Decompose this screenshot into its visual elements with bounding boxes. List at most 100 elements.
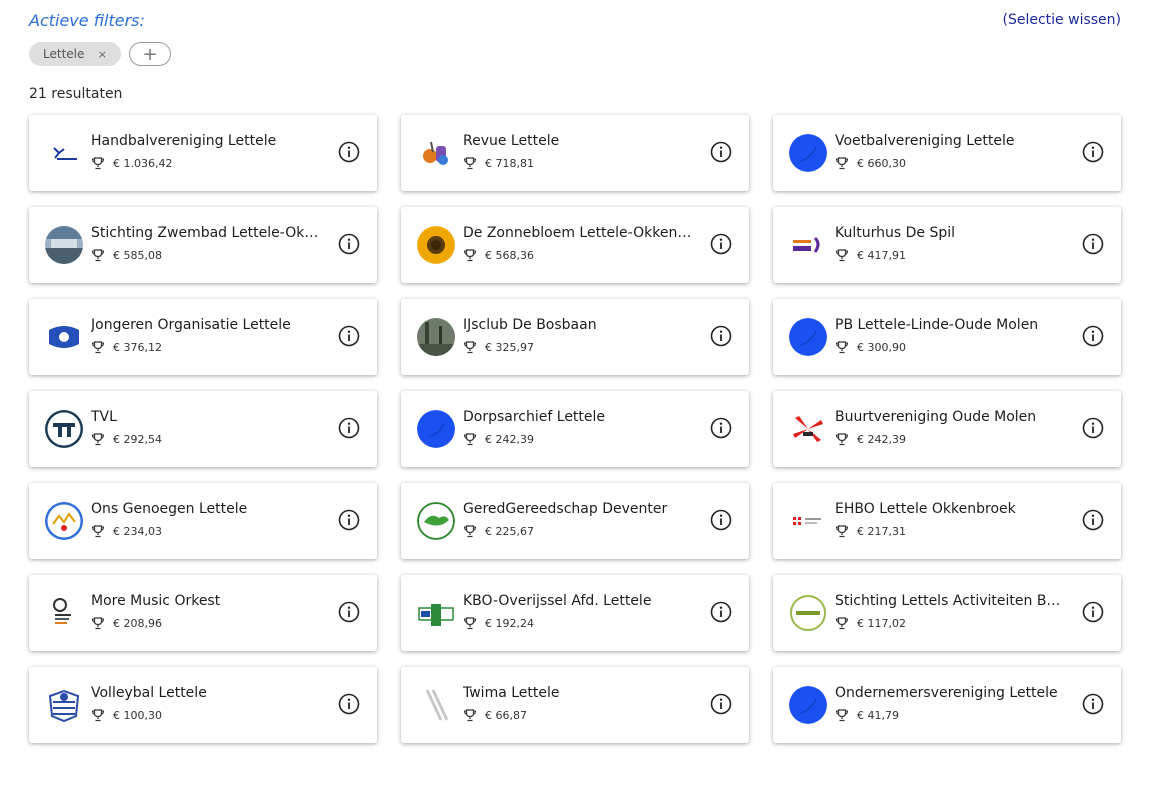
info-icon[interactable] (710, 601, 732, 623)
card-title: EHBO Lettele Okkenbroek (835, 501, 1016, 517)
card-amount-row: € 225,67 (463, 524, 534, 538)
card-amount: € 300,90 (857, 340, 906, 354)
card-title: GeredGereedschap Deventer (463, 501, 668, 517)
card-title: Ons Genoegen Lettele (91, 501, 248, 517)
card-amount: € 242,39 (857, 432, 906, 446)
result-card[interactable]: Stichting Zwembad Lettele-Okkenbroek € 58… (29, 207, 377, 283)
result-card[interactable]: IJsclub De Bosbaan € 325,97 (401, 299, 749, 375)
info-icon[interactable] (1082, 693, 1104, 715)
info-icon[interactable] (338, 509, 360, 531)
info-icon[interactable] (710, 417, 732, 439)
result-card[interactable]: PB Lettele-Linde-Oude Molen € 300,90 (773, 299, 1121, 375)
trophy-icon (835, 524, 849, 538)
info-icon[interactable] (710, 325, 732, 347)
card-title: Revue Lettele (463, 133, 560, 149)
card-title: Dorpsarchief Lettele (463, 409, 606, 425)
clear-selection-link[interactable]: (Selectie wissen) (1003, 12, 1121, 28)
card-title: IJsclub De Bosbaan (463, 317, 597, 333)
info-icon[interactable] (710, 509, 732, 531)
card-amount-row: € 100,30 (91, 708, 162, 722)
card-amount-row: € 208,96 (91, 616, 162, 630)
result-card[interactable]: Dorpsarchief Lettele € 242,39 (401, 391, 749, 467)
result-card[interactable]: Stichting Lettels Activiteiten Buren € 11… (773, 575, 1121, 651)
card-amount-row: € 192,24 (463, 616, 534, 630)
result-card[interactable]: De Zonnebloem Lettele-Okkenbroek € 568,36 (401, 207, 749, 283)
card-amount: € 1.036,42 (113, 156, 173, 170)
card-amount: € 41,79 (857, 708, 899, 722)
result-card[interactable]: GeredGereedschap Deventer € 225,67 (401, 483, 749, 559)
zwembad-photo-logo (45, 226, 83, 264)
card-amount-row: € 66,87 (463, 708, 527, 722)
blue-placeholder-logo (789, 318, 827, 356)
card-amount: € 292,54 (113, 432, 162, 446)
de-spil-logo (789, 226, 827, 264)
card-amount-row: € 234,03 (91, 524, 162, 538)
filter-chip-lettele[interactable]: Lettele × (29, 42, 121, 66)
card-title: Jongeren Organisatie Lettele (91, 317, 291, 333)
result-card[interactable]: Voetbalvereniging Lettele € 660,30 (773, 115, 1121, 191)
result-card[interactable]: Jongeren Organisatie Lettele € 376,12 (29, 299, 377, 375)
result-card[interactable]: TVL € 292,54 (29, 391, 377, 467)
info-icon[interactable] (710, 233, 732, 255)
trophy-icon (835, 248, 849, 262)
trophy-icon (91, 616, 105, 630)
info-icon[interactable] (1082, 325, 1104, 347)
volleybal-logo (45, 686, 83, 724)
forest-photo-logo (417, 318, 455, 356)
trophy-icon (835, 432, 849, 446)
card-amount-row: € 568,36 (463, 248, 534, 262)
sunflower-logo (417, 226, 455, 264)
info-icon[interactable] (338, 693, 360, 715)
info-icon[interactable] (1082, 601, 1104, 623)
card-amount: € 325,97 (485, 340, 534, 354)
card-amount-row: € 300,90 (835, 340, 906, 354)
card-amount-row: € 41,79 (835, 708, 899, 722)
bird-logo (417, 502, 455, 540)
card-title: Ondernemersvereniging Lettele (835, 685, 1058, 701)
card-amount: € 417,91 (857, 248, 906, 262)
card-title: KBO-Overijssel Afd. Lettele (463, 593, 652, 609)
result-card[interactable]: Kulturhus De Spil € 417,91 (773, 207, 1121, 283)
blue-placeholder-logo (417, 410, 455, 448)
info-icon[interactable] (1082, 417, 1104, 439)
info-icon[interactable] (338, 601, 360, 623)
add-filter-button[interactable]: + (129, 42, 171, 66)
result-card[interactable]: Revue Lettele € 718,81 (401, 115, 749, 191)
card-amount: € 718,81 (485, 156, 534, 170)
card-amount-row: € 376,12 (91, 340, 162, 354)
result-card[interactable]: Twima Lettele € 66,87 (401, 667, 749, 743)
result-card[interactable]: Ons Genoegen Lettele € 234,03 (29, 483, 377, 559)
active-filters-title: Actieve filters: (29, 11, 145, 30)
info-icon[interactable] (338, 141, 360, 163)
result-card[interactable]: Ondernemersvereniging Lettele € 41,79 (773, 667, 1121, 743)
trophy-icon (91, 708, 105, 722)
result-card[interactable]: Buurtvereniging Oude Molen € 242,39 (773, 391, 1121, 467)
trophy-icon (835, 616, 849, 630)
result-card[interactable]: More Music Orkest € 208,96 (29, 575, 377, 651)
card-amount: € 585,08 (113, 248, 162, 262)
card-amount: € 242,39 (485, 432, 534, 446)
info-icon[interactable] (1082, 509, 1104, 531)
card-amount-row: € 718,81 (463, 156, 534, 170)
kbo-logo (417, 594, 455, 632)
close-icon[interactable]: × (98, 48, 107, 61)
card-amount: € 100,30 (113, 708, 162, 722)
result-card[interactable]: Handbalvereniging Lettele € 1.036,42 (29, 115, 377, 191)
card-amount-row: € 292,54 (91, 432, 162, 446)
result-card[interactable]: Volleybal Lettele € 100,30 (29, 667, 377, 743)
info-icon[interactable] (1082, 233, 1104, 255)
result-card[interactable]: KBO-Overijssel Afd. Lettele € 192,24 (401, 575, 749, 651)
info-icon[interactable] (338, 417, 360, 439)
trophy-icon (463, 524, 477, 538)
hv-lettele-logo (45, 134, 83, 172)
info-icon[interactable] (710, 693, 732, 715)
info-icon[interactable] (338, 325, 360, 347)
card-amount: € 217,31 (857, 524, 906, 538)
info-icon[interactable] (338, 233, 360, 255)
info-icon[interactable] (710, 141, 732, 163)
info-icon[interactable] (1082, 141, 1104, 163)
windmill-logo (789, 410, 827, 448)
result-card[interactable]: EHBO Lettele Okkenbroek € 217,31 (773, 483, 1121, 559)
ons-genoegen-logo (45, 502, 83, 540)
results-grid: Handbalvereniging Lettele € 1.036,42 Revue… (29, 115, 1122, 743)
